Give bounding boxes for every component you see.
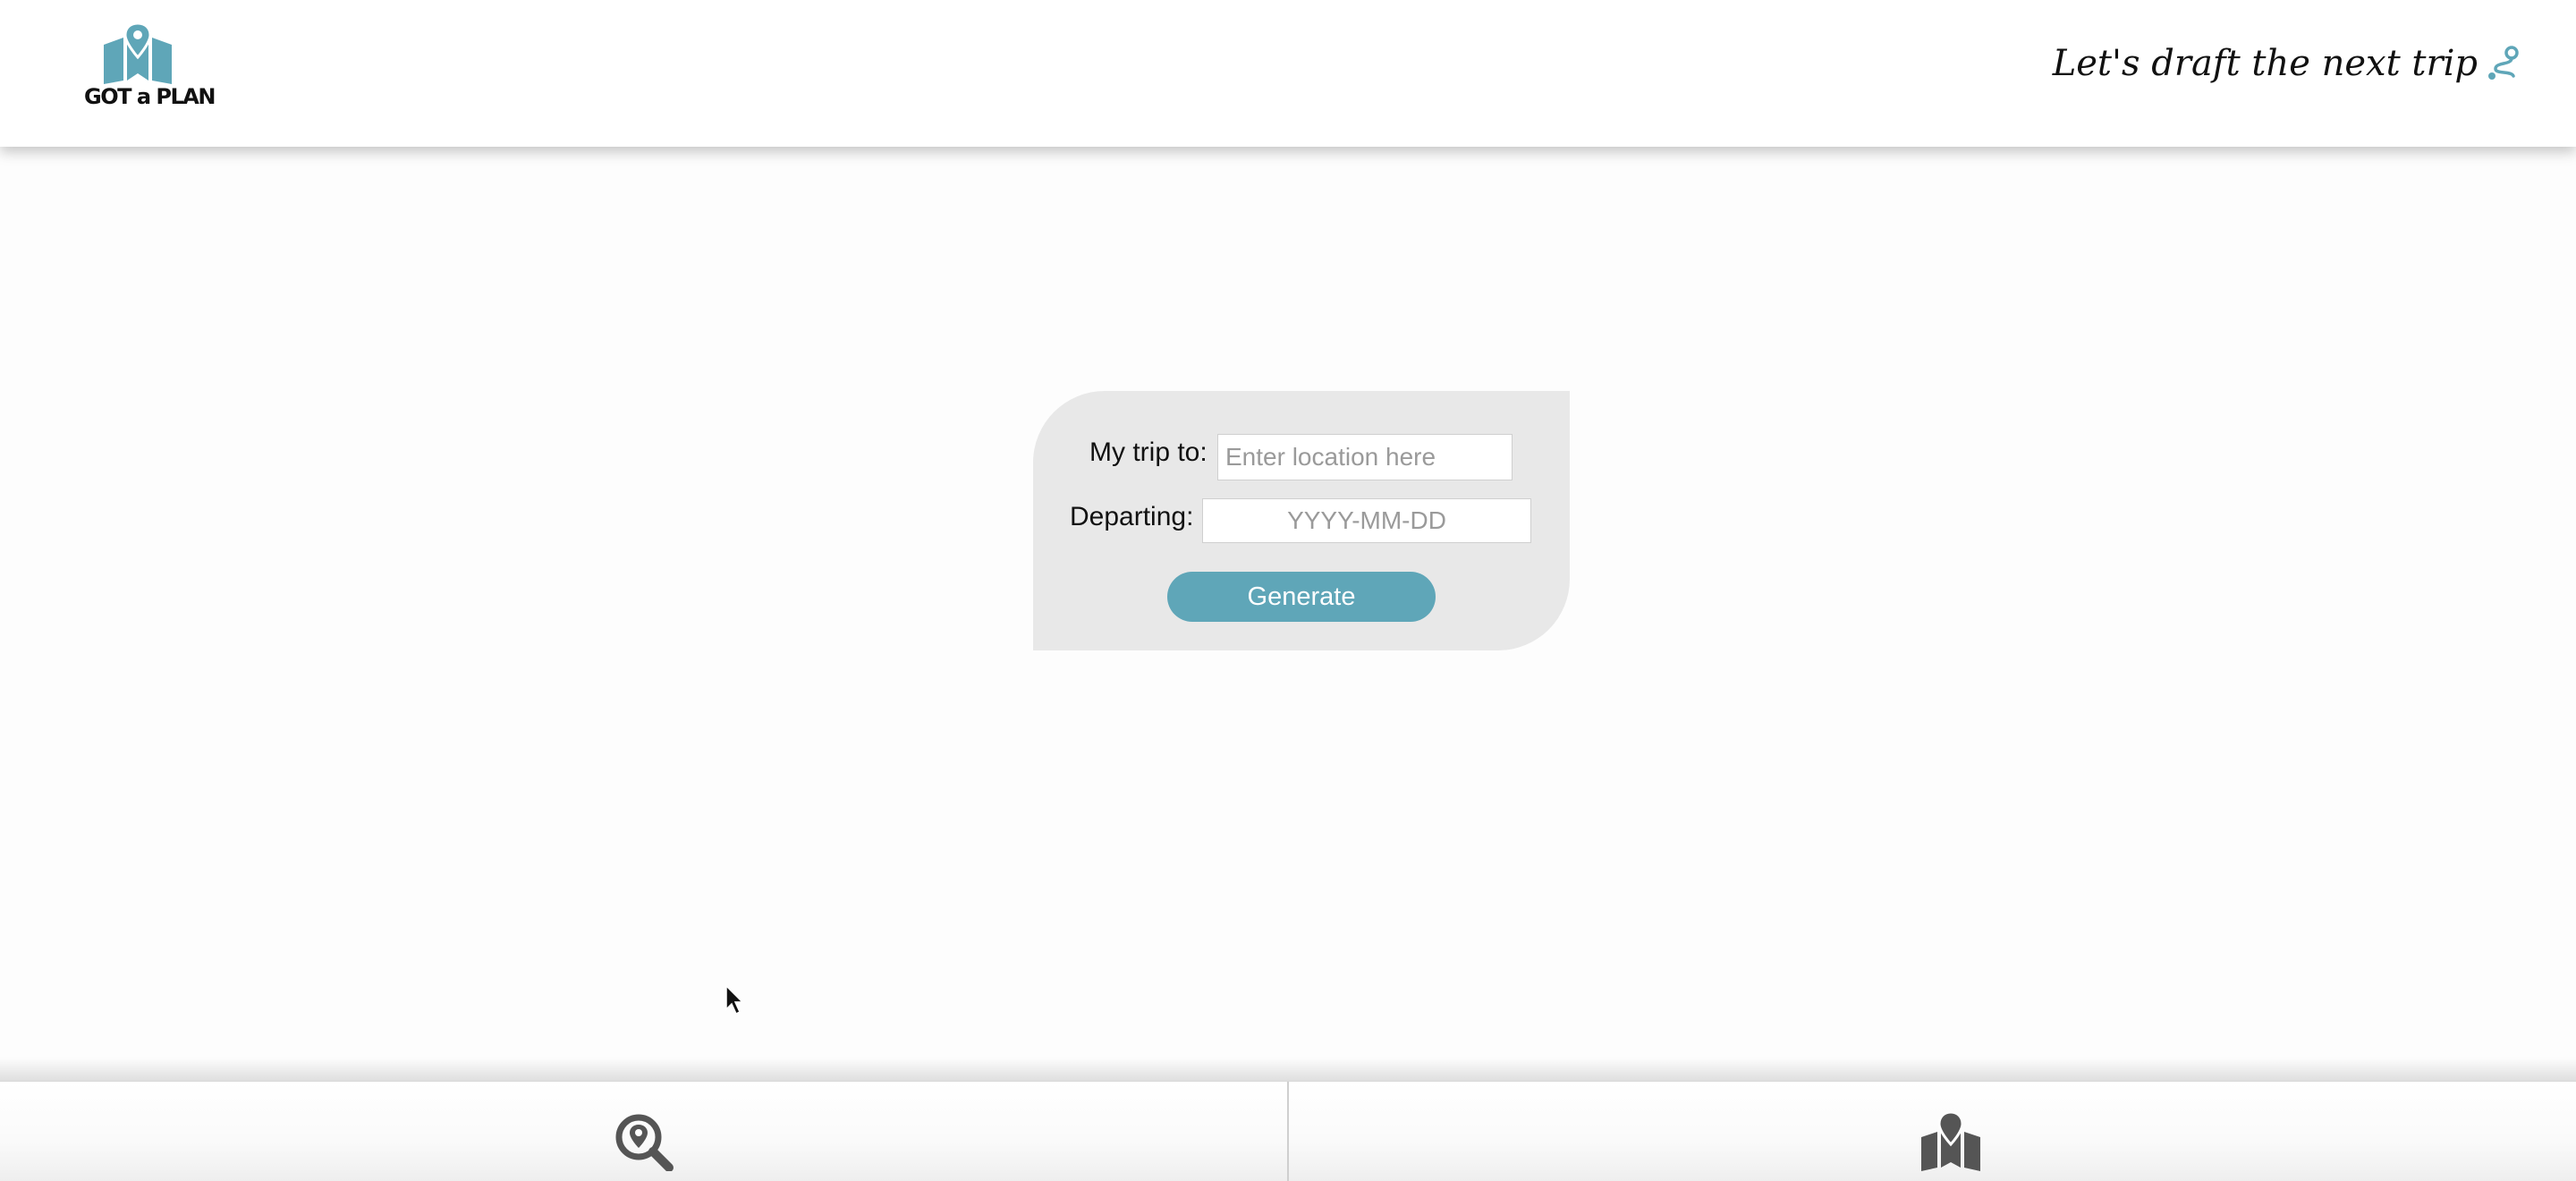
tab-search-location[interactable] <box>0 1082 1287 1181</box>
route-icon <box>2488 46 2519 80</box>
departing-label: Departing: <box>1070 502 1194 531</box>
destination-input[interactable] <box>1217 434 1513 480</box>
tagline-text: Let's draft the next trip <box>2052 43 2478 84</box>
logo[interactable]: GOT a PLAN <box>84 21 216 115</box>
mouse-cursor-icon <box>725 984 744 1015</box>
map-pin-logo-icon <box>104 21 172 84</box>
tab-map[interactable] <box>1287 1082 2576 1181</box>
destination-label: My trip to: <box>1089 438 1208 467</box>
bottom-nav-shadow <box>0 1058 2576 1083</box>
departing-date-input[interactable] <box>1202 498 1531 543</box>
bottom-nav <box>0 1081 2576 1181</box>
tagline: Let's draft the next trip <box>2053 43 2521 84</box>
app-page: GOT a PLAN Let's draft the next trip My … <box>0 0 2576 1181</box>
top-header: GOT a PLAN Let's draft the next trip <box>0 0 2576 147</box>
logo-text: GOT a PLAN <box>84 84 216 109</box>
search-location-icon <box>615 1114 674 1171</box>
generate-button[interactable]: Generate <box>1167 572 1436 622</box>
trip-form: My trip to: Departing: Generate <box>1033 391 1570 650</box>
map-location-icon <box>1921 1112 1980 1171</box>
